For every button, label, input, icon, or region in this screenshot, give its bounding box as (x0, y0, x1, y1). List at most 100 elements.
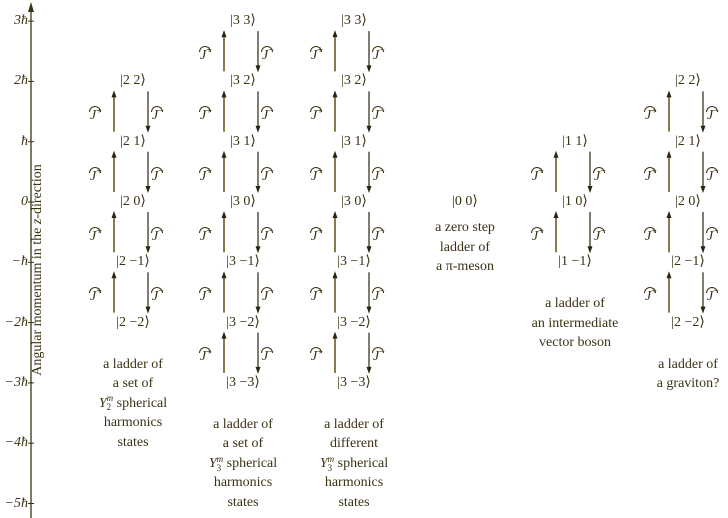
operator-symbol: J (150, 226, 164, 244)
raising-arrowhead (332, 331, 338, 339)
axis-tick-label: −2ħ (4, 314, 28, 330)
raising-arrowhead (666, 150, 672, 158)
lowering-operator-label: J− (150, 284, 164, 305)
raising-operator-label: J+ (88, 284, 102, 305)
state-ket: |2 0⟩ (675, 194, 701, 209)
operator-symbol: J (198, 347, 212, 365)
operator-symbol: J (309, 226, 323, 244)
lowering-arrowhead (145, 125, 151, 133)
caption-line: Ym 3 spherical (209, 454, 277, 474)
operator-symbol: J (198, 226, 212, 244)
lowering-arrowhead (700, 306, 706, 314)
raising-arrowhead (221, 211, 227, 218)
caption-text: spherical (334, 455, 389, 471)
raising-operator-label: J+ (643, 284, 657, 305)
raising-arrowhead (332, 150, 338, 158)
caption-line: harmonics (213, 475, 273, 491)
caption-line: states (227, 494, 259, 510)
lowering-operator-label: J− (260, 104, 274, 125)
lowering-operator-label: J− (260, 224, 274, 245)
operator-symbol: J (643, 226, 657, 244)
ladder-caption: a ladder of a graviton? (657, 355, 720, 394)
operator-symbol: J (705, 226, 719, 244)
caption-symbol: Y (208, 455, 217, 471)
lowering-operator-label: J− (371, 104, 385, 125)
axis-tick-label: −5ħ (4, 495, 28, 511)
state-ket: |3 2⟩ (341, 73, 367, 89)
caption-line: a ladder of (103, 356, 163, 372)
lowering-arrowhead (700, 246, 706, 254)
ladder-caption: a zero step ladder of a π-meson (435, 218, 495, 277)
raising-operator-label: J+ (198, 164, 212, 185)
raising-arrowhead (111, 211, 117, 218)
raising-operator-label: J+ (309, 164, 323, 185)
state-ket: |0 0⟩ (452, 194, 478, 209)
ladder-caption: a ladder of different Ym 3 spherical harmoni… (320, 415, 388, 513)
operator-symbol: J (88, 226, 102, 244)
operator-symbol: J (309, 45, 323, 63)
state-ket: |2 2⟩ (675, 73, 701, 89)
state-ket: |2 −2⟩ (671, 314, 705, 330)
lowering-operator-label: J− (150, 104, 164, 125)
lowering-arrowhead (366, 125, 372, 133)
state-ket: |3 3⟩ (341, 13, 367, 29)
lowering-operator-label: J− (705, 224, 719, 245)
caption-text: spherical (113, 395, 168, 411)
lowering-arrowhead (700, 186, 706, 193)
axis-tick-label: 3ħ (14, 13, 28, 29)
caption-symbol: Y (98, 395, 107, 411)
axis-title-prefix: Angular momentum in the (30, 224, 45, 376)
caption-subscript: 3 (327, 462, 333, 473)
operator-symbol: J (150, 106, 164, 124)
caption-line: an intermediate (531, 315, 619, 331)
caption-line: a graviton? (656, 376, 720, 392)
raising-arrowhead (553, 211, 559, 218)
lowering-operator-label: J− (260, 164, 274, 185)
axis-arrowhead (28, 2, 34, 12)
operator-symbol: J (371, 287, 385, 305)
raising-arrowhead (221, 331, 227, 339)
ladder-caption: a ladder of a set of Ym 2 spherical harmonic… (99, 355, 167, 453)
axis-title-var: z (30, 218, 45, 225)
operator-symbol: J (260, 166, 274, 184)
operator-symbol: J (371, 166, 385, 184)
raising-arrowhead (666, 271, 672, 279)
operator-symbol: J (88, 106, 102, 124)
lowering-operator-label: J− (260, 284, 274, 305)
raising-arrowhead (332, 271, 338, 279)
operator-symbol: J (150, 287, 164, 305)
raising-arrowhead (332, 211, 338, 218)
operator-symbol: J (198, 106, 212, 124)
caption-line: Ym 2 spherical (99, 394, 167, 414)
operator-symbol: J (371, 106, 385, 124)
caption-line: states (117, 434, 149, 450)
operator-symbol: J (88, 287, 102, 305)
lowering-operator-label: J− (371, 345, 385, 366)
state-ket: |3 −2⟩ (226, 314, 260, 330)
caption-subscript: 2 (106, 402, 112, 413)
ladder-caption: a ladder of a set of Ym 3 spherical harmonic… (209, 415, 277, 513)
lowering-operator-label: J− (150, 164, 164, 185)
state-ket: |1 1⟩ (562, 133, 588, 149)
raising-arrowhead (111, 271, 117, 279)
lowering-arrowhead (145, 186, 151, 193)
operator-symbol: J (371, 226, 385, 244)
raising-operator-label: J+ (309, 345, 323, 366)
raising-operator-label: J+ (88, 164, 102, 185)
lowering-arrowhead (255, 65, 261, 73)
caption-line: different (330, 436, 378, 452)
lowering-arrowhead (700, 125, 706, 133)
lowering-arrowhead (145, 306, 151, 314)
raising-arrowhead (221, 150, 227, 158)
state-ket: |2 −2⟩ (116, 314, 150, 330)
raising-operator-label: J+ (309, 104, 323, 125)
operator-symbol: J (530, 226, 544, 244)
raising-arrowhead (111, 90, 117, 98)
operator-symbol: J (309, 347, 323, 365)
raising-arrowhead (332, 30, 338, 38)
caption-line: ladder of (439, 239, 491, 255)
operator-symbol: J (592, 226, 606, 244)
operator-symbol: J (260, 226, 274, 244)
raising-arrowhead (221, 90, 227, 98)
state-ket: |2 2⟩ (120, 73, 146, 89)
